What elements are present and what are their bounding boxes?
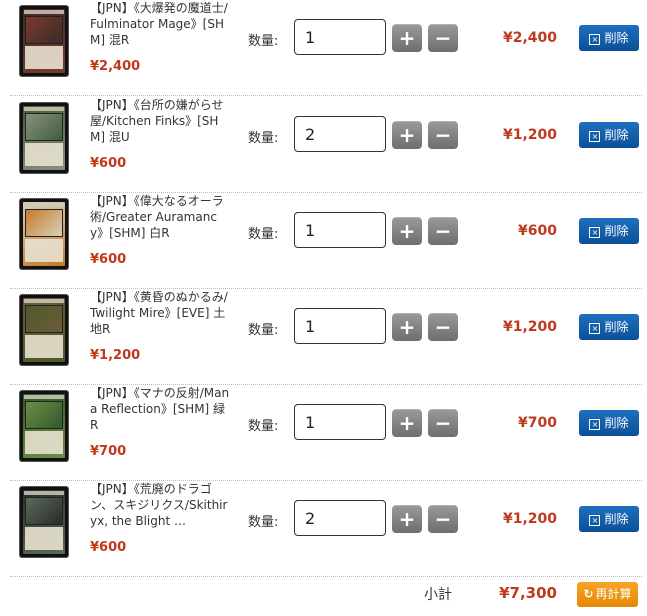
quantity-label: 数量: (248, 227, 279, 242)
cart: 【JPN】《大爆発の魔道士/Fulminator Mage》[SHM] 混R ¥2… (0, 0, 647, 616)
cart-item-row: 【JPN】《荒廃のドラゴン、スキジリクス/Skithiryx, the Blig… (10, 481, 642, 577)
delete-label: 削除 (604, 512, 629, 526)
increase-quantity-button[interactable]: + (392, 217, 422, 245)
increase-quantity-button[interactable]: + (392, 24, 422, 52)
cart-item-row: 【JPN】《黄昏のぬかるみ/Twilight Mire》[EVE] 土地R ¥1,… (10, 289, 642, 385)
increase-quantity-button[interactable]: + (392, 313, 422, 341)
decrease-quantity-button[interactable]: − (428, 24, 458, 52)
cart-item-row: 【JPN】《マナの反射/Mana Reflection》[SHM] 緑R ¥700… (10, 385, 642, 481)
card-image[interactable] (20, 6, 68, 76)
recalculate-label: 再計算 (595, 587, 632, 601)
delete-icon: × (589, 323, 601, 334)
delete-button[interactable]: × 削除 (579, 25, 639, 51)
card-image[interactable] (20, 199, 68, 269)
recalculate-button[interactable]: ↻ 再計算 (577, 582, 638, 607)
subtotal-value: ¥7,300 (499, 584, 557, 602)
delete-icon: × (589, 34, 601, 45)
quantity-label: 数量: (248, 131, 279, 146)
decrease-quantity-button[interactable]: − (428, 121, 458, 149)
cart-item-row: 【JPN】《台所の嫌がらせ屋/Kitchen Finks》[SHM] 混U ¥60… (10, 97, 642, 193)
delete-button[interactable]: × 削除 (579, 122, 639, 148)
quantity-input[interactable] (294, 404, 386, 440)
increase-quantity-button[interactable]: + (392, 409, 422, 437)
increase-quantity-button[interactable]: + (392, 505, 422, 533)
decrease-quantity-button[interactable]: − (428, 409, 458, 437)
quantity-input[interactable] (294, 116, 386, 152)
quantity-input[interactable] (294, 500, 386, 536)
item-name-link[interactable]: 【JPN】《マナの反射/Mana Reflection》[SHM] 緑R (90, 385, 230, 433)
delete-button[interactable]: × 削除 (579, 410, 639, 436)
card-image[interactable] (20, 295, 68, 365)
item-name-link[interactable]: 【JPN】《台所の嫌がらせ屋/Kitchen Finks》[SHM] 混U (90, 97, 230, 145)
unit-price: ¥700 (90, 444, 127, 459)
line-total: ¥1,200 (502, 319, 557, 335)
unit-price: ¥600 (90, 252, 127, 267)
cart-item-row: 【JPN】《偉大なるオーラ術/Greater Auramancy》[SHM] 白… (10, 193, 642, 289)
line-total: ¥600 (518, 223, 557, 239)
quantity-input[interactable] (294, 212, 386, 248)
delete-button[interactable]: × 削除 (579, 506, 639, 532)
delete-label: 削除 (604, 320, 629, 334)
item-name-link[interactable]: 【JPN】《偉大なるオーラ術/Greater Auramancy》[SHM] 白… (90, 193, 230, 241)
unit-price: ¥2,400 (90, 59, 141, 74)
delete-icon: × (589, 131, 601, 142)
line-total: ¥1,200 (502, 127, 557, 143)
unit-price: ¥600 (90, 540, 127, 555)
line-total: ¥1,200 (502, 511, 557, 527)
delete-label: 削除 (604, 416, 629, 430)
quantity-label: 数量: (248, 34, 279, 49)
increase-quantity-button[interactable]: + (392, 121, 422, 149)
quantity-label: 数量: (248, 323, 279, 338)
line-total: ¥700 (518, 415, 557, 431)
delete-label: 削除 (604, 128, 629, 142)
card-image[interactable] (20, 103, 68, 173)
item-name-link[interactable]: 【JPN】《黄昏のぬかるみ/Twilight Mire》[EVE] 土地R (90, 289, 230, 337)
delete-icon: × (589, 515, 601, 526)
decrease-quantity-button[interactable]: − (428, 313, 458, 341)
delete-icon: × (589, 227, 601, 238)
delete-button[interactable]: × 削除 (579, 218, 639, 244)
quantity-input[interactable] (294, 19, 386, 55)
item-name-link[interactable]: 【JPN】《大爆発の魔道士/Fulminator Mage》[SHM] 混R (90, 0, 230, 48)
decrease-quantity-button[interactable]: − (428, 217, 458, 245)
delete-label: 削除 (604, 224, 629, 238)
delete-button[interactable]: × 削除 (579, 314, 639, 340)
delete-icon: × (589, 419, 601, 430)
quantity-label: 数量: (248, 419, 279, 434)
refresh-icon: ↻ (583, 587, 594, 601)
cart-item-row: 【JPN】《大爆発の魔道士/Fulminator Mage》[SHM] 混R ¥2… (10, 0, 642, 96)
line-total: ¥2,400 (502, 30, 557, 46)
decrease-quantity-button[interactable]: − (428, 505, 458, 533)
unit-price: ¥1,200 (90, 348, 141, 363)
item-name-link[interactable]: 【JPN】《荒廃のドラゴン、スキジリクス/Skithiryx, the Blig… (90, 481, 230, 529)
card-image[interactable] (20, 391, 68, 461)
card-image[interactable] (20, 487, 68, 557)
delete-label: 削除 (604, 31, 629, 45)
unit-price: ¥600 (90, 156, 127, 171)
quantity-input[interactable] (294, 308, 386, 344)
quantity-label: 数量: (248, 515, 279, 530)
subtotal-label: 小計 (424, 587, 452, 603)
